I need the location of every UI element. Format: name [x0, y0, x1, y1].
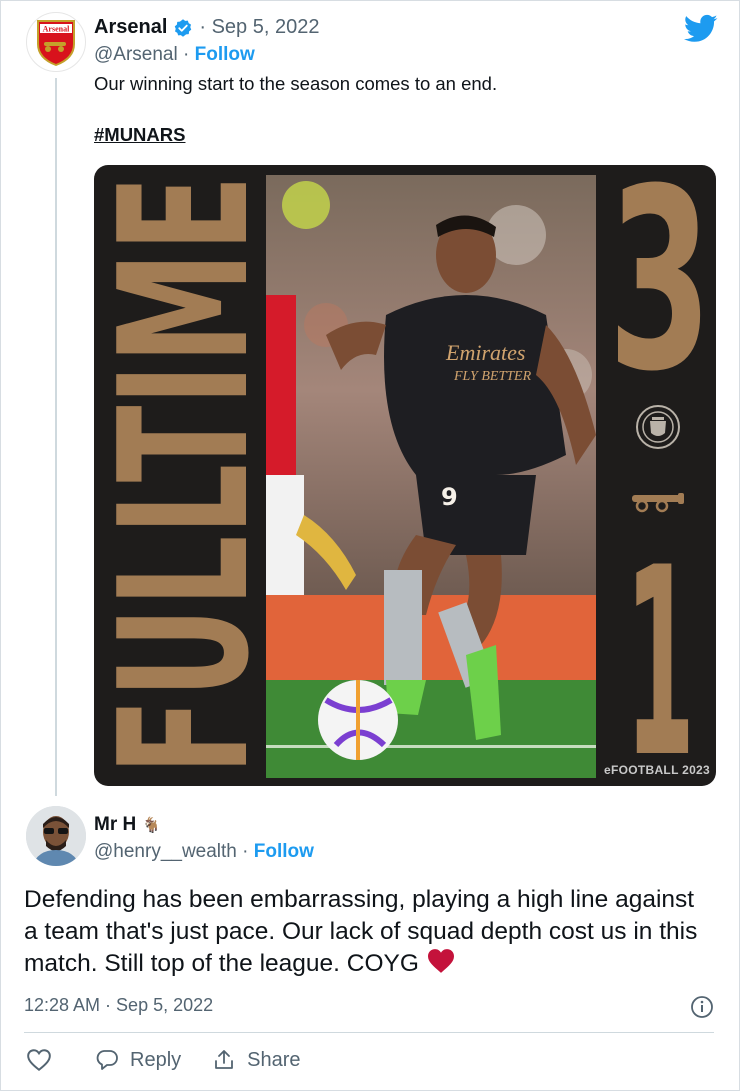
reply-label: Reply: [130, 1048, 182, 1071]
fulltime-graphic: FULLTIME: [98, 175, 262, 775]
efootball-watermark: eFOOTBALL 2023: [604, 763, 711, 777]
share-icon: [215, 1050, 234, 1069]
arsenal-crest-icon: Arsenal: [37, 20, 75, 66]
goat-emoji: 🐐: [142, 817, 161, 834]
share-label: Share: [247, 1048, 301, 1071]
thread-line: [55, 78, 57, 796]
svg-text:Emirates: Emirates: [445, 340, 525, 365]
twitter-bird-icon[interactable]: [683, 14, 718, 49]
author-name[interactable]: Arsenal: [94, 16, 167, 39]
arsenal-avatar[interactable]: Arsenal: [26, 12, 86, 72]
svg-text:FLY BETTER: FLY BETTER: [453, 369, 532, 384]
share-button[interactable]: Share: [211, 1048, 301, 1072]
reply-button[interactable]: Reply: [94, 1048, 181, 1072]
tweet-handle-row: @Arsenal · Follow: [94, 44, 255, 66]
follow-button[interactable]: Follow: [195, 44, 255, 65]
reply-handle-row: @henry__wealth · Follow: [94, 841, 314, 863]
reply-text: Defending has been embarrassing, playing…: [24, 886, 698, 977]
home-score: 3: [608, 169, 712, 373]
tweet-media-image[interactable]: FULLTIME Emirates FLY BETTER 9: [94, 165, 716, 786]
reply-bubble-icon: [96, 1050, 118, 1070]
manchester-united-crest-icon: [634, 403, 682, 456]
player-photo: Emirates FLY BETTER 9: [266, 175, 596, 778]
away-score: 1: [625, 543, 695, 763]
away-score-value: 1: [625, 543, 695, 763]
author-handle[interactable]: @Arsenal: [94, 44, 178, 65]
reply-follow-button[interactable]: Follow: [254, 841, 314, 862]
tweet-date[interactable]: · Sep 5, 2022: [199, 16, 319, 39]
verified-badge-icon: [175, 18, 192, 37]
mr-h-avatar[interactable]: [26, 806, 86, 866]
fulltime-headline: FULLTIME: [98, 175, 262, 775]
heart-outline-icon: [27, 1049, 51, 1071]
home-score-value: 3: [608, 169, 712, 373]
reply-handle[interactable]: @henry__wealth: [94, 841, 237, 862]
reply-author-name[interactable]: Mr H: [94, 814, 136, 836]
like-button[interactable]: [26, 1048, 52, 1072]
action-bar: Reply Share: [26, 1048, 331, 1072]
reply-text-block: Defending has been embarrassing, playing…: [24, 884, 714, 980]
arsenal-cannon-icon: [628, 487, 686, 518]
svg-text:Arsenal: Arsenal: [43, 25, 70, 34]
user-avatar-icon: [26, 806, 86, 866]
reply-author-row: Mr H 🐐: [94, 814, 161, 836]
reply-timestamp[interactable]: 12:28 AM · Sep 5, 2022: [24, 995, 213, 1016]
info-icon[interactable]: [690, 995, 714, 1024]
tweet-author-row: Arsenal · Sep 5, 2022: [94, 16, 319, 39]
svg-text:9: 9: [441, 483, 458, 511]
separator-dot: ·: [236, 841, 254, 862]
separator-dot: ·: [177, 44, 195, 65]
hashtag-link[interactable]: #MUNARS: [94, 124, 185, 146]
divider: [24, 1032, 714, 1033]
tweet-text: Our winning start to the season comes to…: [94, 73, 498, 94]
red-heart-icon: [427, 949, 454, 973]
